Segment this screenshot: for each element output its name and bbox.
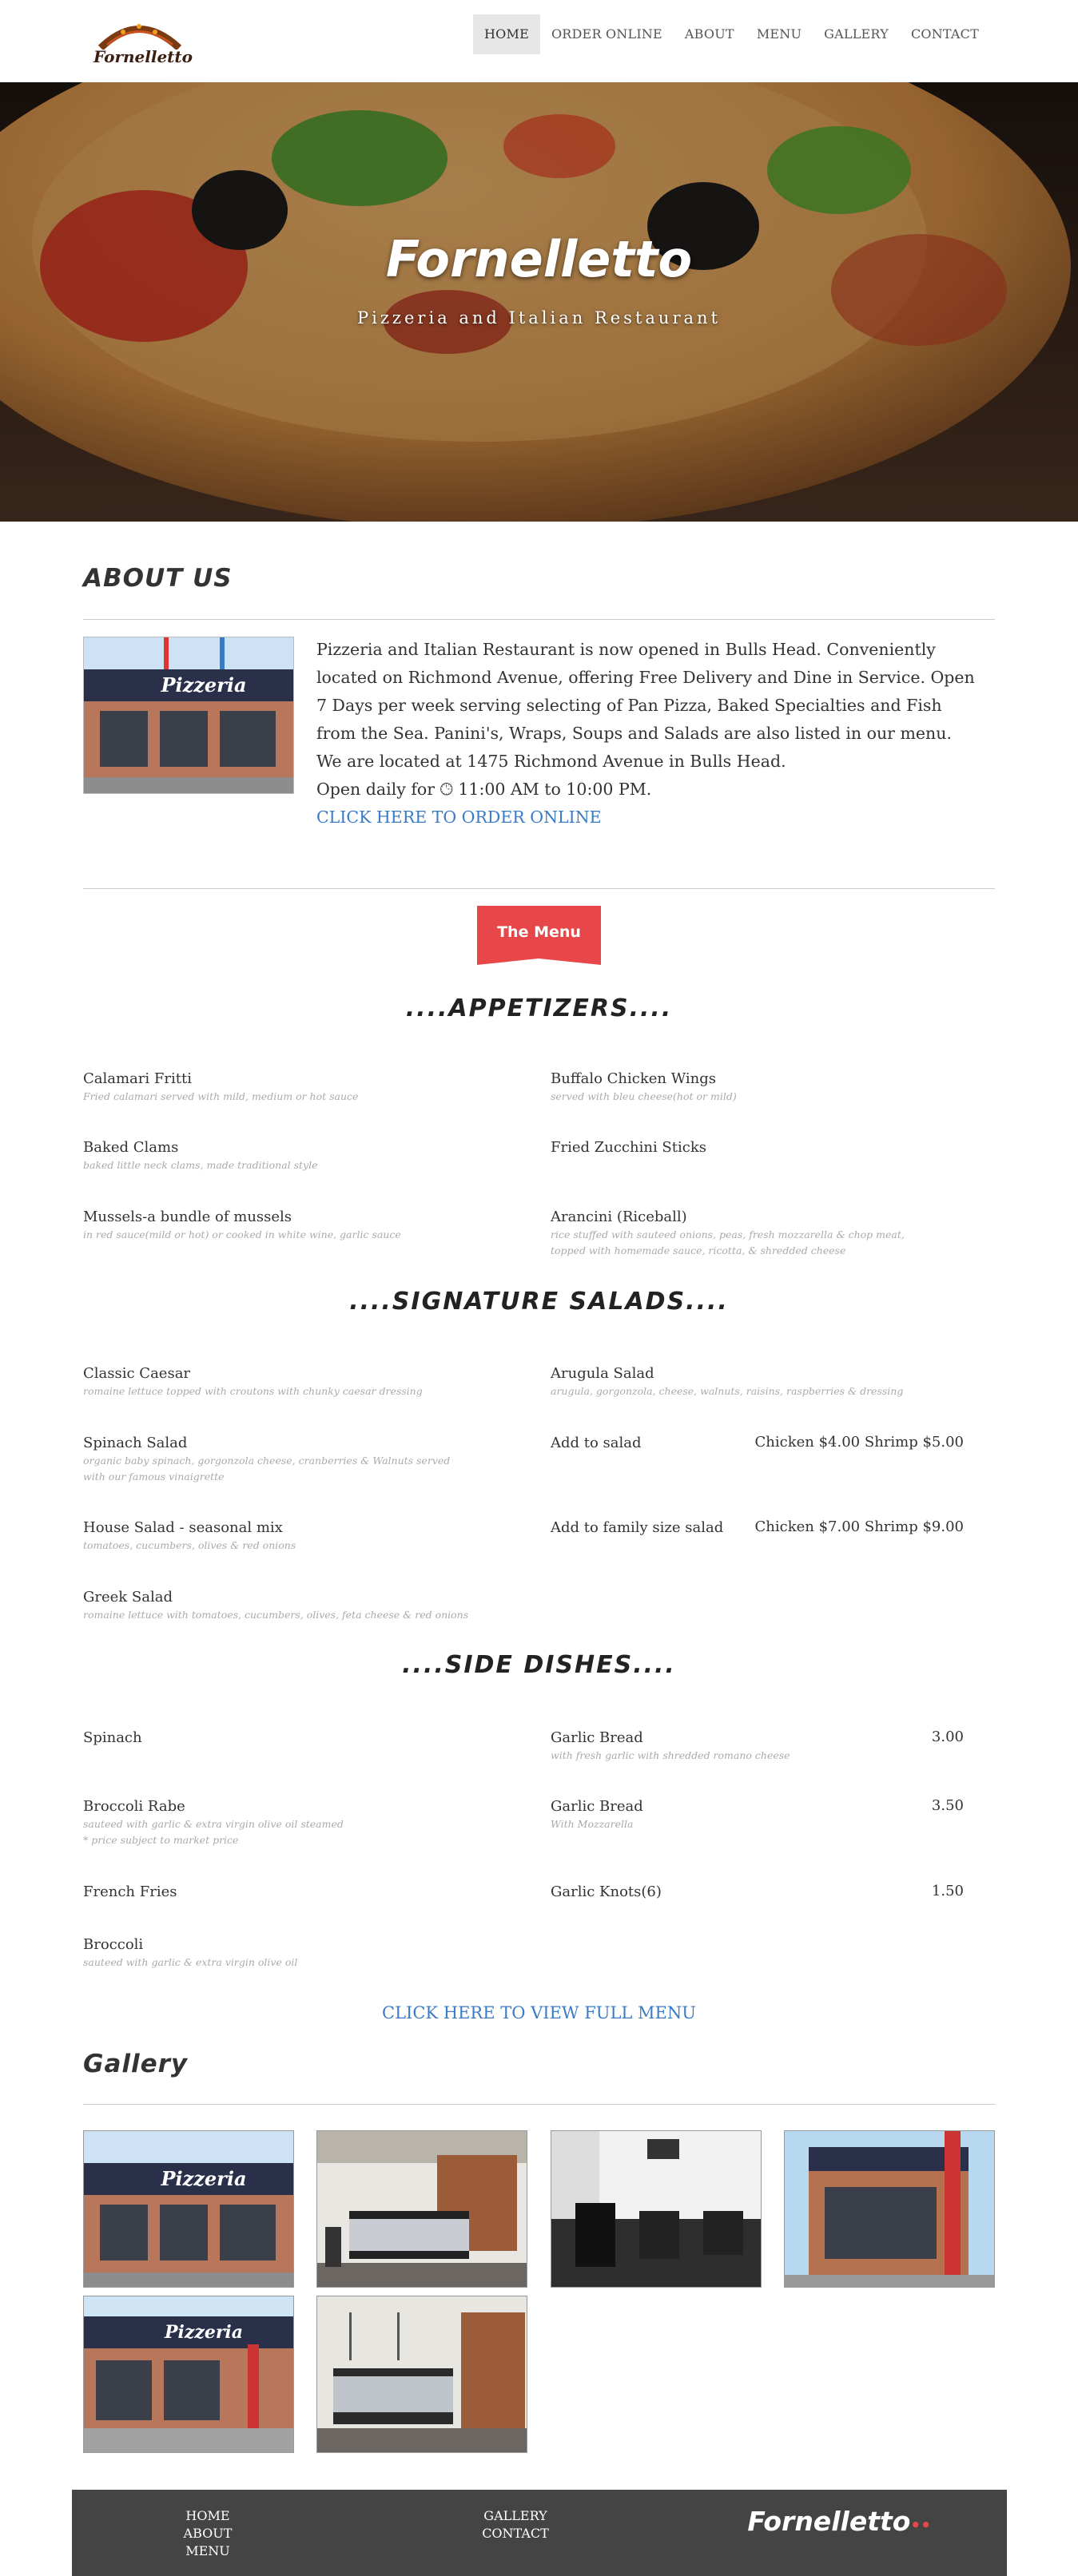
menu-item: Fried Zucchini Sticks	[551, 1139, 706, 1156]
hero-title: Fornelletto	[385, 230, 693, 288]
menu-item: Add to family size salad	[551, 1519, 724, 1536]
menu-item: Spinach Salad organic baby spinach, gorgo…	[83, 1435, 451, 1482]
order-online-link[interactable]: CLICK HERE TO ORDER ONLINE	[316, 808, 602, 827]
menu-item: Classic Caesar romaine lettuce topped wit…	[83, 1365, 423, 1397]
gallery-image[interactable]	[316, 2296, 527, 2453]
menu-item: Garlic Bread With Mozzarella	[551, 1798, 643, 1830]
about-paragraph: Pizzeria and Italian Restaurant is now o…	[316, 640, 975, 743]
about-location: We are located at 1475 Richmond Avenue i…	[316, 752, 786, 771]
sides-title: ....SIDE DISHES....	[402, 1651, 676, 1679]
clock-icon: 🕒︎	[440, 780, 453, 799]
footer-menu[interactable]: MENU	[160, 2542, 256, 2560]
item-price: 3.00	[931, 1729, 964, 1745]
gallery-image[interactable]	[316, 2130, 527, 2288]
menu-item: Broccoli sauteed with garlic & extra virg…	[83, 1936, 298, 1968]
item-price: Chicken $7.00 Shrimp $9.00	[754, 1518, 964, 1535]
menu-item: Greek Salad romaine lettuce with tomatoes…	[83, 1589, 469, 1621]
menu-badge: The Menu	[477, 906, 601, 965]
view-full-menu-link[interactable]: CLICK HERE TO VIEW FULL MENU	[0, 2003, 1078, 2022]
nav-menu[interactable]: MENU	[746, 14, 813, 54]
item-price: 3.50	[931, 1797, 964, 1814]
menu-item: Buffalo Chicken Wings served with bleu ch…	[551, 1070, 737, 1102]
footer-links-col2: GALLERY CONTACT	[467, 2507, 563, 2542]
menu-item: Mussels-a bundle of mussels in red sauce(…	[83, 1209, 401, 1240]
divider	[83, 888, 995, 889]
nav-order-online[interactable]: ORDER ONLINE	[540, 14, 674, 54]
footer-logo[interactable]: Fornelletto••	[747, 2506, 931, 2537]
gallery-heading: Gallery	[83, 2050, 189, 2078]
menu-item: Baked Clams baked little neck clams, made…	[83, 1139, 318, 1171]
nav-gallery[interactable]: GALLERY	[813, 14, 900, 54]
pizza-hero-image	[0, 82, 1078, 522]
footer-contact[interactable]: CONTACT	[467, 2525, 563, 2542]
hero-subtitle: Pizzeria and Italian Restaurant	[357, 308, 721, 327]
gallery-image[interactable]: Pizzeria	[83, 2296, 294, 2453]
footer: HOME ABOUT MENU GALLERY CONTACT Fornelle…	[72, 2490, 1007, 2576]
footer-home[interactable]: HOME	[160, 2507, 256, 2525]
nav-about[interactable]: ABOUT	[674, 14, 746, 54]
menu-item: Broccoli Rabe sauteed with garlic & extra…	[83, 1798, 344, 1846]
hero-banner: Fornelletto Pizzeria and Italian Restaur…	[0, 82, 1078, 522]
menu-item: Add to salad	[551, 1435, 642, 1451]
svg-text:Fornelletto: Fornelletto	[93, 47, 193, 66]
nav-home[interactable]: HOME	[473, 14, 540, 54]
menu-item: House Salad - seasonal mix tomatoes, cucu…	[83, 1519, 296, 1551]
divider	[83, 619, 995, 620]
salads-title: ....SIGNATURE SALADS....	[349, 1288, 729, 1316]
about-hours: Open daily for 🕒︎ 11:00 AM to 10:00 PM.	[316, 780, 652, 799]
menu-item: Calamari Fritti Fried calamari served wit…	[83, 1070, 359, 1102]
menu-item: French Fries	[83, 1883, 177, 1900]
gallery-image[interactable]	[784, 2130, 995, 2288]
divider	[83, 2104, 995, 2105]
item-price: Chicken $4.00 Shrimp $5.00	[754, 1434, 964, 1451]
about-heading: ABOUT US	[83, 564, 233, 593]
storefront-image: Pizzeria	[83, 637, 294, 794]
appetizers-title: ....APPETIZERS....	[405, 994, 673, 1022]
svg-text:Pizzeria: Pizzeria	[160, 673, 246, 697]
menu-item: Garlic Knots(6)	[551, 1883, 662, 1900]
menu-item: Spinach	[83, 1729, 142, 1746]
gallery-image[interactable]	[551, 2130, 762, 2288]
gallery-image[interactable]: Pizzeria	[83, 2130, 294, 2288]
about-text: Pizzeria and Italian Restaurant is now o…	[316, 636, 980, 832]
svg-text:Pizzeria: Pizzeria	[160, 2167, 246, 2190]
footer-gallery[interactable]: GALLERY	[467, 2507, 563, 2525]
item-price: 1.50	[931, 1883, 964, 1899]
site-logo[interactable]: Fornelletto	[83, 14, 203, 70]
menu-item: Garlic Bread with fresh garlic with shred…	[551, 1729, 790, 1761]
top-navbar: Fornelletto HOME ORDER ONLINE ABOUT MENU…	[0, 0, 1078, 82]
main-menu: HOME ORDER ONLINE ABOUT MENU GALLERY CON…	[473, 14, 990, 54]
nav-contact[interactable]: CONTACT	[900, 14, 990, 54]
svg-text:Pizzeria: Pizzeria	[164, 2322, 243, 2343]
footer-links-col1: HOME ABOUT MENU	[160, 2507, 256, 2560]
footer-about[interactable]: ABOUT	[160, 2525, 256, 2542]
menu-item: Arugula Salad arugula, gorgonzola, cheese…	[551, 1365, 904, 1397]
menu-item: Arancini (Riceball) rice stuffed with sau…	[551, 1209, 905, 1256]
logo-dots-icon: ••	[910, 2515, 931, 2534]
